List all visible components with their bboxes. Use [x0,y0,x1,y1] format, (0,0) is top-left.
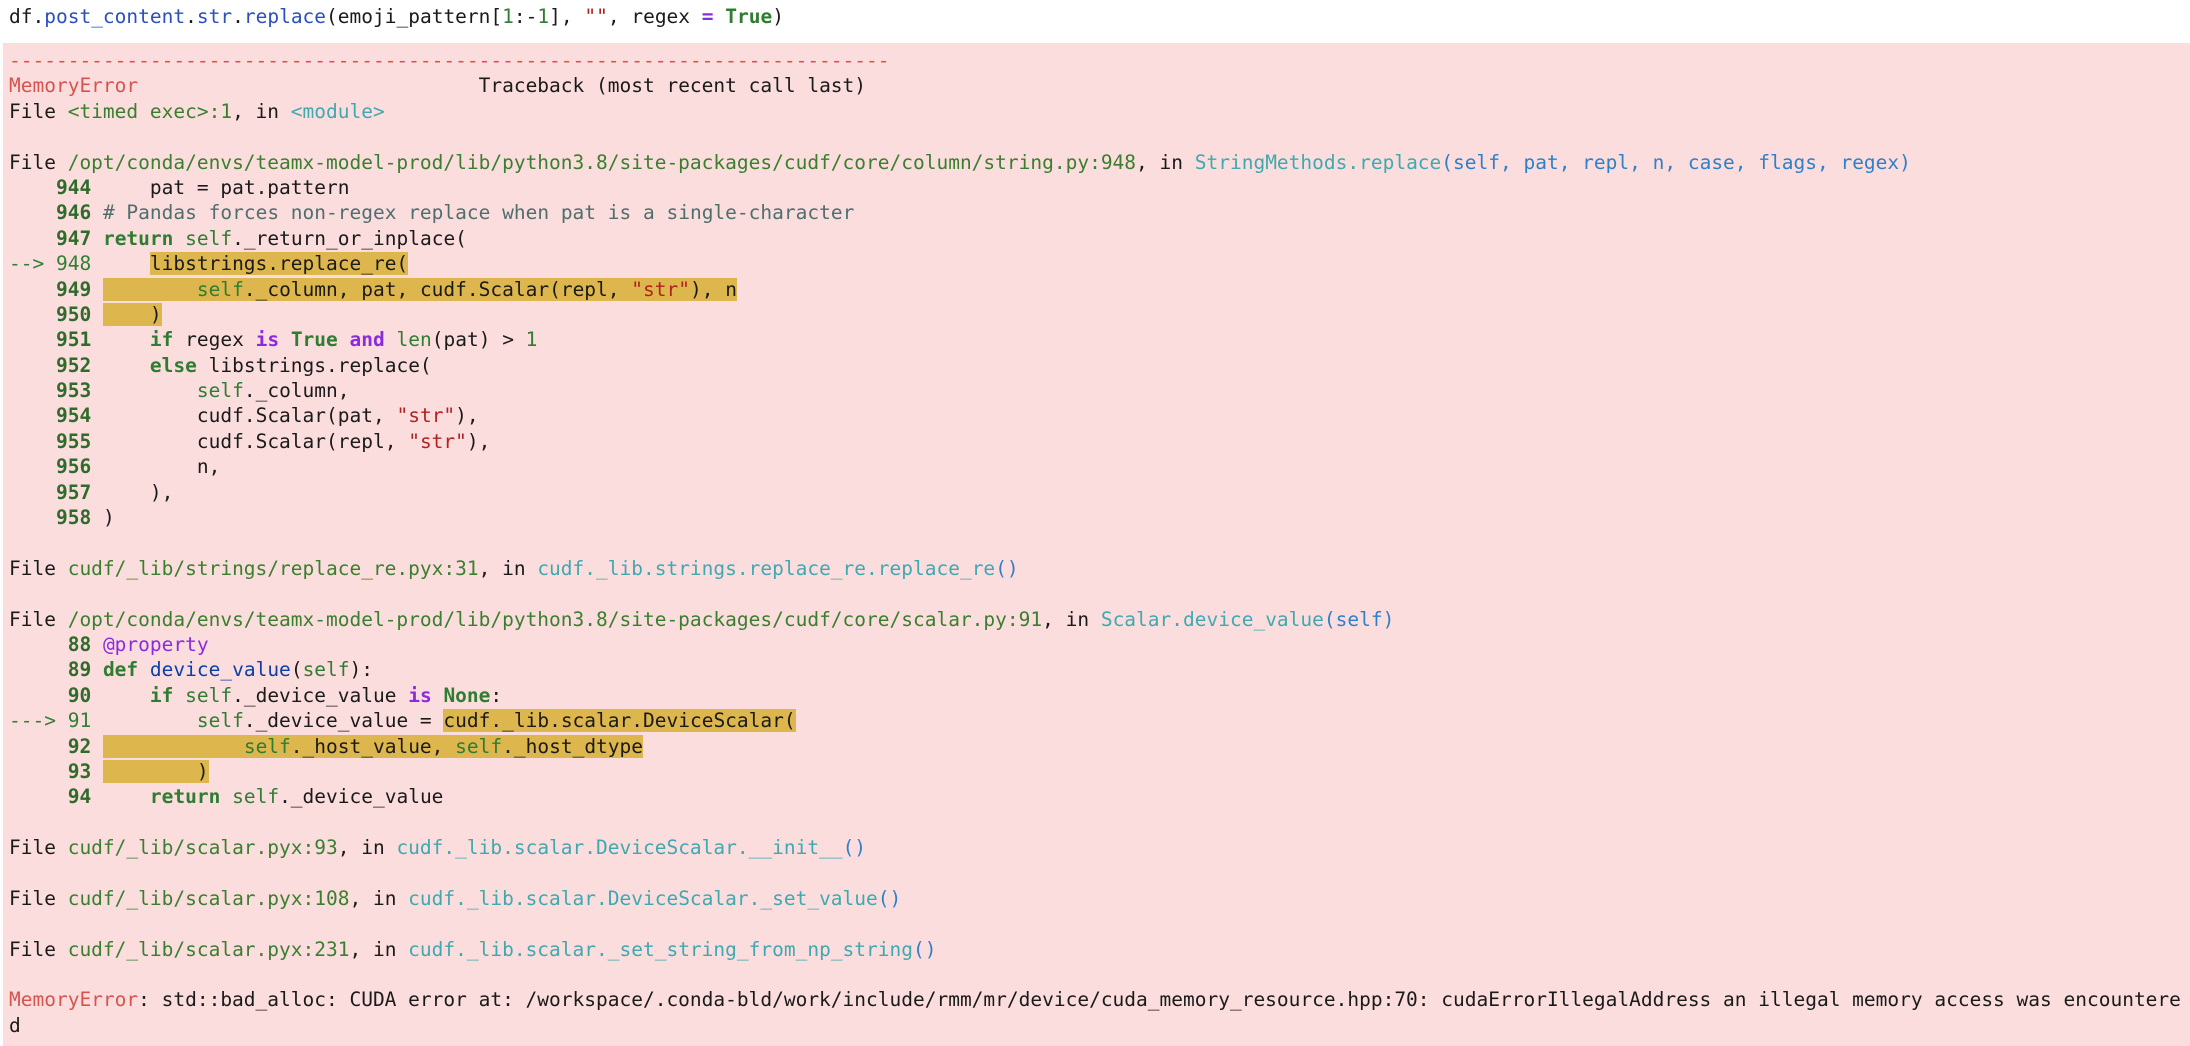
code-line: 953 self._column, [55,379,350,403]
code-line-current: --> 948 libstrings.replace_re( [9,252,409,276]
code-text: df.post_content.str.replace(emoji_patter… [9,5,784,28]
code-line: 956 n, [55,455,221,479]
traceback-separator: ----------------------------------------… [9,49,890,72]
code-line: 89 def device_value(self): [67,658,374,682]
code-line: 955 cudf.Scalar(repl, "str"), [55,429,491,453]
code-line: 954 cudf.Scalar(pat, "str"), [55,404,479,428]
traceback: ----------------------------------------… [3,43,2190,1038]
final-error-message: MemoryError: std::bad_alloc: CUDA error … [9,988,2181,1012]
frame-location: File cudf/_lib/scalar.pyx:108, in cudf._… [9,886,902,910]
frame-location: File cudf/_lib/strings/replace_re.pyx:31… [9,556,1019,580]
traceback-header: MemoryError Traceback (most recent call … [9,74,867,98]
code-line: 958 ) [55,506,115,530]
frame-location: File <timed exec>:1, in <module> [9,99,385,123]
code-line: 957 ), [55,480,174,504]
frame-location: File cudf/_lib/scalar.pyx:231, in cudf._… [9,937,937,961]
code-line: 92 self._host_value, self._host_dtype [67,734,644,758]
frame-location: File cudf/_lib/scalar.pyx:93, in cudf._l… [9,836,867,860]
code-line: 949 self._column, pat, cudf.Scalar(repl,… [55,277,737,301]
code-line: 946 # Pandas forces non-regex replace wh… [55,201,855,225]
code-line: 88 @property [67,632,209,656]
code-line-current: ---> 91 self._device_value = cudf._lib.s… [9,709,796,733]
code-input-cell[interactable]: df.post_content.str.replace(emoji_patter… [0,0,2190,42]
final-error-wrap: d [9,1013,21,1037]
code-line: 93 ) [67,759,209,783]
error-output-area: ----------------------------------------… [3,43,2190,1046]
frame-location: File /opt/conda/envs/teamx-model-prod/li… [9,607,1395,631]
code-line: 94 return self._device_value [67,785,444,809]
frame-location: File /opt/conda/envs/teamx-model-prod/li… [9,150,1911,174]
code-line: 947 return self._return_or_inplace( [55,226,467,250]
code-line: 952 else libstrings.replace( [55,353,432,377]
code-line: 951 if regex is True and len(pat) > 1 [55,328,538,352]
code-line: 944 pat = pat.pattern [55,175,350,199]
code-line: 950 ) [55,302,162,326]
code-line: 90 if self._device_value is None: [67,683,503,707]
